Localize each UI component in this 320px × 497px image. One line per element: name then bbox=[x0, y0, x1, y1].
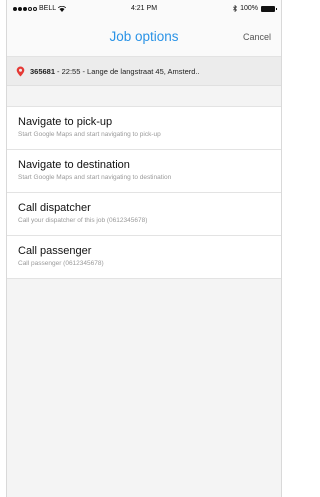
section-spacer bbox=[7, 86, 281, 106]
option-call-passenger[interactable]: Call passenger Call passenger (061234567… bbox=[7, 236, 281, 279]
navigation-bar: Job options Cancel bbox=[7, 18, 281, 57]
option-navigate-destination[interactable]: Navigate to destination Start Google Map… bbox=[7, 150, 281, 193]
bluetooth-icon bbox=[233, 5, 238, 12]
option-subtitle: Call your dispatcher of this job (061234… bbox=[18, 217, 148, 224]
status-bar: BELL 4:21 PM 100% bbox=[7, 0, 281, 18]
cancel-button[interactable]: Cancel bbox=[243, 32, 271, 42]
job-details: - 22:55 - Lange de langstraat 45, Amster… bbox=[57, 66, 200, 76]
page-title: Job options bbox=[109, 29, 179, 44]
option-call-dispatcher[interactable]: Call dispatcher Call your dispatcher of … bbox=[7, 193, 281, 236]
job-number: 365681 bbox=[30, 66, 56, 76]
status-right: 100% bbox=[233, 5, 277, 12]
option-title: Navigate to destination bbox=[18, 159, 130, 171]
battery-icon bbox=[261, 5, 277, 12]
option-title: Call dispatcher bbox=[18, 202, 91, 214]
option-navigate-pickup[interactable]: Navigate to pick-up Start Google Maps an… bbox=[7, 107, 281, 150]
job-info-bar: 365681 - 22:55 - Lange de langstraat 45,… bbox=[7, 57, 281, 86]
option-subtitle: Call passenger (0612345678) bbox=[18, 260, 104, 267]
battery-percentage: 100% bbox=[240, 5, 258, 12]
job-options-list: Navigate to pick-up Start Google Maps an… bbox=[7, 106, 281, 279]
option-subtitle: Start Google Maps and start navigating t… bbox=[18, 174, 172, 181]
phone-screen: BELL 4:21 PM 100% Job options Cancel 365… bbox=[6, 0, 282, 497]
location-pin-icon bbox=[16, 66, 25, 76]
option-subtitle: Start Google Maps and start navigating t… bbox=[18, 131, 161, 138]
option-title: Navigate to pick-up bbox=[18, 116, 113, 128]
option-title: Call passenger bbox=[18, 245, 92, 257]
